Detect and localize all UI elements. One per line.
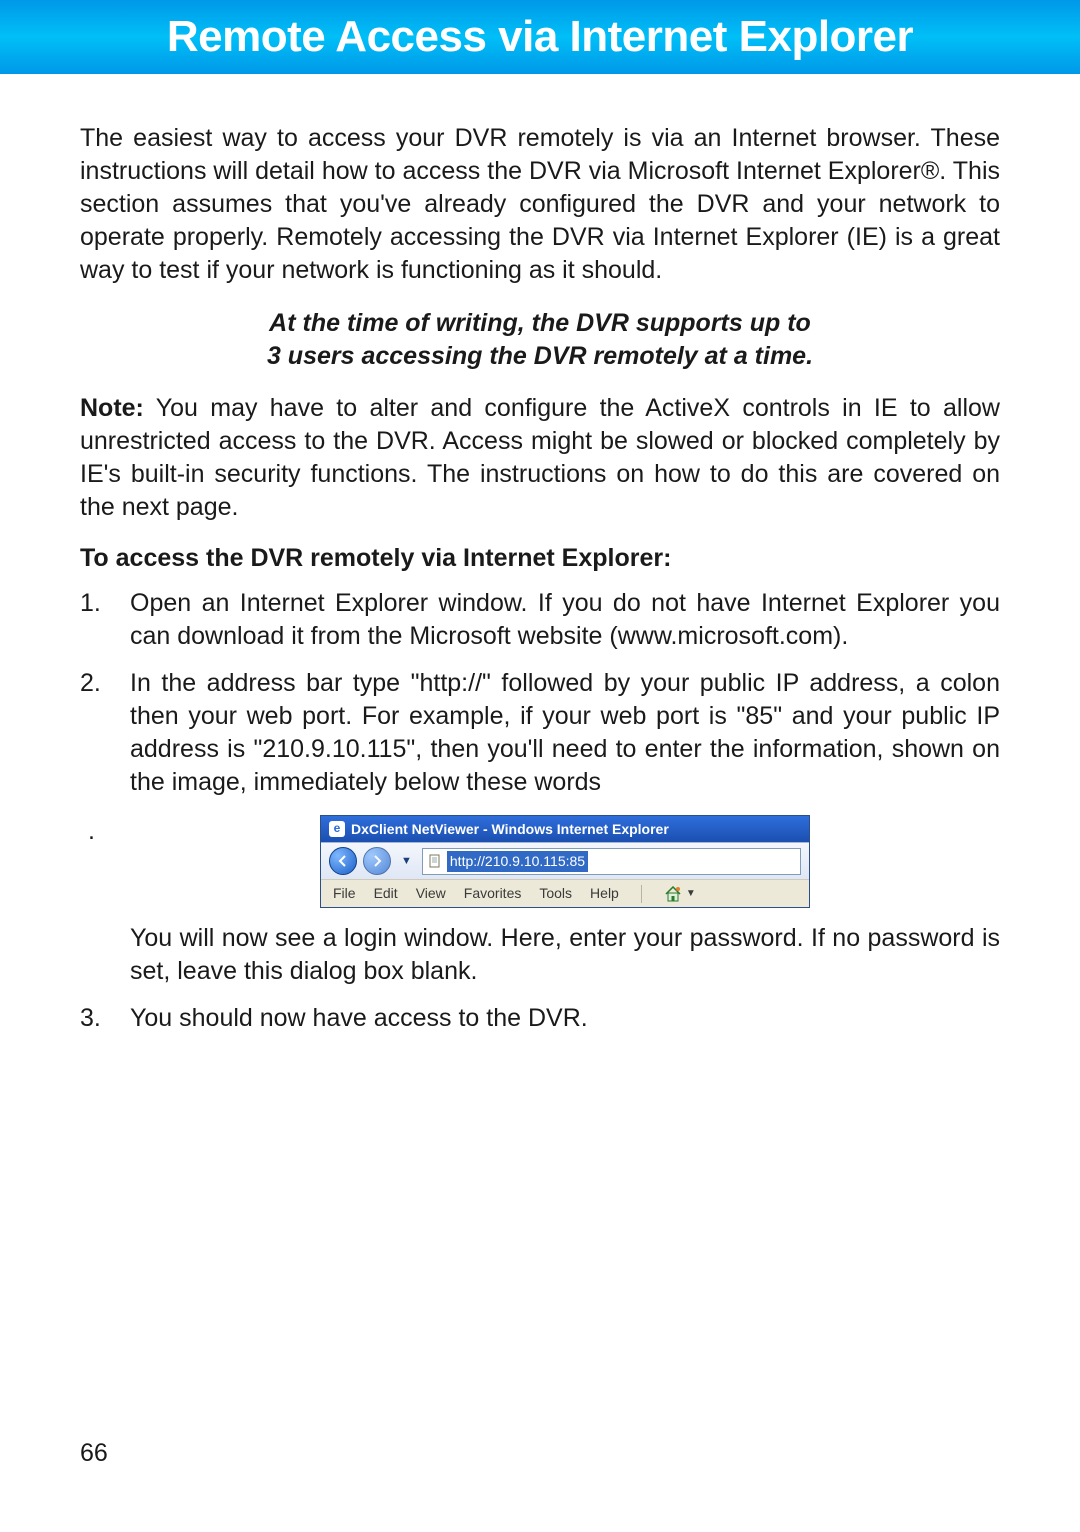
step-2: In the address bar type "http://" follow… (80, 667, 1000, 988)
ie-window: e DxClient NetViewer - Windows Internet … (320, 815, 810, 908)
steps-list: Open an Internet Explorer window. If you… (80, 587, 1000, 1035)
note-text: You may have to alter and configure the … (80, 394, 1000, 521)
step-3: You should now have access to the DVR. (80, 1002, 1000, 1035)
step-2-text: In the address bar type "http://" follow… (130, 669, 1000, 796)
menu-edit[interactable]: Edit (374, 884, 398, 902)
ie-address-bar-row: ▼ http://210.9.10.115:85 (321, 842, 809, 879)
home-icon (664, 886, 682, 902)
page-banner: Remote Access via Internet Explorer (0, 0, 1080, 74)
menu-view[interactable]: View (416, 884, 446, 902)
address-url: http://210.9.10.115:85 (447, 851, 588, 871)
ie-window-title: DxClient NetViewer - Windows Internet Ex… (351, 820, 669, 838)
page-number: 66 (80, 1439, 108, 1468)
step-3-text: You should now have access to the DVR. (130, 1004, 588, 1032)
callout-line-2: 3 users accessing the DVR remotely at a … (80, 340, 1000, 373)
page-icon (427, 853, 443, 869)
ie-titlebar: e DxClient NetViewer - Windows Internet … (321, 816, 809, 842)
arrow-right-icon (371, 855, 383, 867)
menu-separator (641, 885, 642, 903)
callout-line-1: At the time of writing, the DVR supports… (80, 307, 1000, 340)
note-paragraph: Note: You may have to alter and configur… (80, 392, 1000, 524)
forward-button[interactable] (363, 847, 391, 875)
ie-menubar: File Edit View Favorites Tools Help (321, 879, 809, 906)
step-1-text: Open an Internet Explorer window. If you… (130, 589, 1000, 650)
instructions-heading: To access the DVR remotely via Internet … (80, 544, 1000, 573)
bullet-dot: . (88, 815, 95, 848)
menu-file[interactable]: File (333, 884, 356, 902)
nav-dropdown-icon[interactable]: ▼ (397, 854, 416, 869)
menu-favorites[interactable]: Favorites (464, 884, 522, 902)
home-button[interactable]: ▼ (664, 886, 696, 902)
banner-title: Remote Access via Internet Explorer (167, 12, 913, 62)
menu-help[interactable]: Help (590, 884, 619, 902)
address-input[interactable]: http://210.9.10.115:85 (422, 848, 801, 874)
callout-note: At the time of writing, the DVR supports… (80, 307, 1000, 372)
chevron-down-icon: ▼ (686, 887, 696, 900)
intro-paragraph: The easiest way to access your DVR remot… (80, 122, 1000, 287)
step-1: Open an Internet Explorer window. If you… (80, 587, 1000, 653)
page-content: The easiest way to access your DVR remot… (0, 74, 1080, 1035)
note-label: Note: (80, 394, 144, 422)
arrow-left-icon (337, 855, 349, 867)
ie-screenshot: . e DxClient NetViewer - Windows Interne… (130, 815, 1000, 908)
menu-tools[interactable]: Tools (539, 884, 572, 902)
step-2-continuation: You will now see a login window. Here, e… (130, 922, 1000, 988)
ie-logo-icon: e (329, 821, 345, 837)
back-button[interactable] (329, 847, 357, 875)
